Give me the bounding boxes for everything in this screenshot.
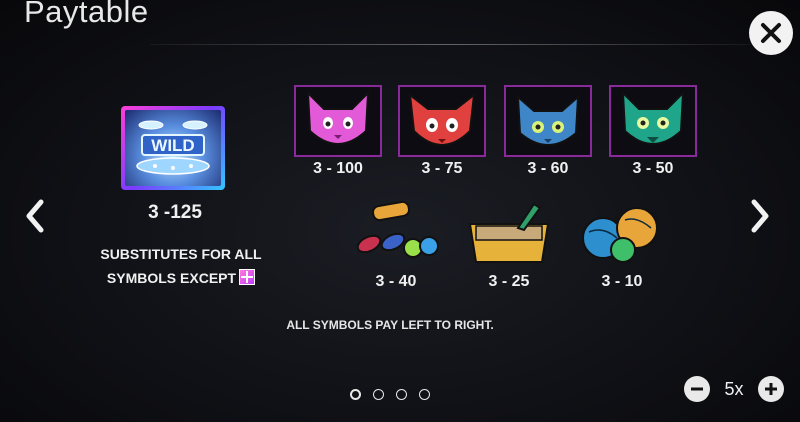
cat-toys-icon — [356, 200, 439, 258]
blue-cat-icon — [516, 94, 580, 146]
blue-cat-payout: 3 - 60 — [527, 160, 569, 177]
blue-cat-symbol — [504, 85, 592, 157]
red-cat-symbol — [398, 85, 486, 157]
litter-box-payout: 3 - 25 — [488, 273, 530, 290]
page-dot-3[interactable] — [396, 389, 407, 400]
wild-ufo-icon: WILD — [136, 120, 210, 175]
green-cat-icon — [621, 90, 685, 145]
litter-box-icon — [468, 202, 550, 263]
red-cat-icon — [408, 92, 476, 146]
page-title: Paytable — [24, 0, 149, 29]
pink-cat-symbol — [294, 85, 382, 157]
zoom-in-button[interactable] — [758, 376, 784, 402]
wild-desc-line1: SUBSTITUTES FOR ALL — [100, 246, 262, 262]
chevron-left-icon — [26, 199, 44, 233]
zoom-level: 5x — [724, 378, 744, 399]
cat-toys-symbol — [351, 198, 441, 268]
litter-box-symbol — [464, 198, 554, 268]
wild-description: SUBSTITUTES FOR ALL SYMBOLS EXCEPT — [96, 242, 266, 290]
yarn-balls-icon — [582, 207, 658, 263]
close-icon — [761, 23, 781, 43]
wild-payout: 3 -125 — [148, 202, 202, 223]
next-page-button[interactable] — [745, 196, 775, 236]
minus-icon — [691, 387, 703, 391]
wild-symbol: WILD — [121, 106, 225, 190]
chevron-right-icon — [751, 199, 769, 233]
zoom-control: 5x — [684, 376, 784, 402]
cat-toys-payout: 3 - 40 — [375, 273, 417, 290]
paytable-footnote: ALL SYMBOLS PAY LEFT TO RIGHT. — [286, 318, 494, 332]
yarn-balls-payout: 3 - 10 — [601, 273, 643, 290]
pink-cat-icon — [306, 90, 370, 145]
pagination-dots — [350, 389, 430, 400]
zoom-out-button[interactable] — [684, 376, 710, 402]
scatter-icon — [239, 269, 256, 285]
pink-cat-payout: 3 - 100 — [313, 160, 363, 177]
close-button[interactable] — [749, 11, 793, 55]
wild-logo-text: WILD — [151, 136, 194, 155]
yarn-balls-symbol — [577, 198, 667, 268]
page-dot-4[interactable] — [419, 389, 430, 400]
page-dot-1[interactable] — [350, 389, 361, 400]
red-cat-payout: 3 - 75 — [421, 160, 463, 177]
title-divider — [150, 44, 750, 45]
green-cat-payout: 3 - 50 — [632, 160, 674, 177]
wild-desc-line2: SYMBOLS EXCEPT — [106, 270, 237, 286]
green-cat-symbol — [609, 85, 697, 157]
page-dot-2[interactable] — [373, 389, 384, 400]
plus-icon — [765, 383, 777, 395]
previous-page-button[interactable] — [20, 196, 50, 236]
